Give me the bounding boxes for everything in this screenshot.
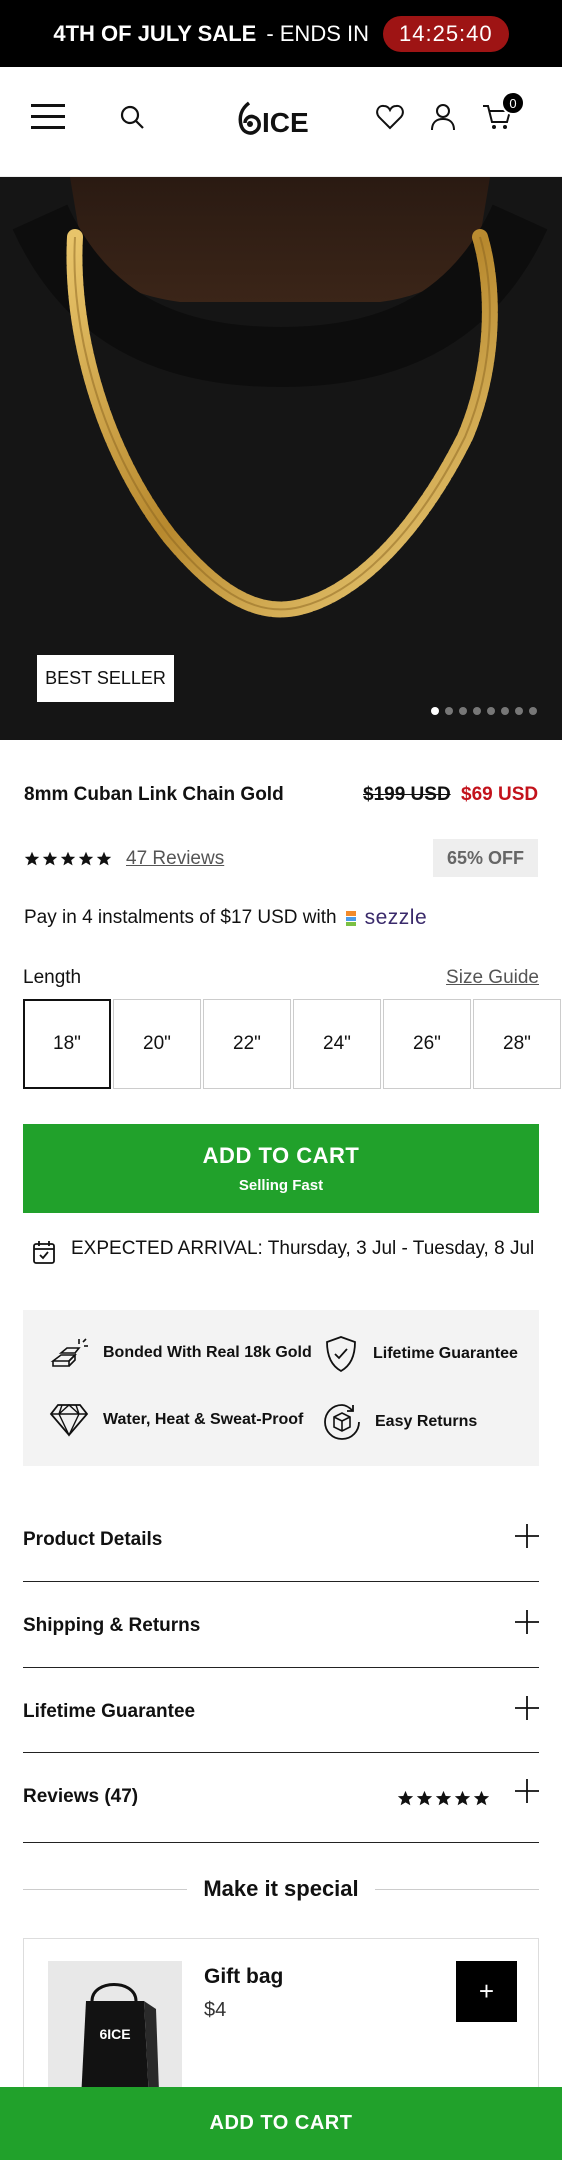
menu-icon[interactable] — [28, 97, 68, 137]
reviews-stars — [397, 1790, 490, 1807]
feature-item: Water, Heat & Sweat-Proof — [49, 1403, 303, 1437]
star-icon — [473, 1790, 490, 1806]
carousel-dot[interactable] — [445, 707, 453, 715]
feature-item: Easy Returns — [323, 1403, 477, 1441]
carousel-dot[interactable] — [487, 707, 495, 715]
carousel-dot[interactable] — [431, 707, 439, 715]
installments-info[interactable]: Pay in 4 instalments of $17 USD with sez… — [24, 906, 427, 930]
star-icon — [24, 851, 40, 866]
carousel-dot[interactable] — [501, 707, 509, 715]
length-option[interactable]: 28" — [473, 999, 561, 1089]
length-label: Length — [23, 967, 82, 988]
carousel-dot[interactable] — [459, 707, 467, 715]
sezzle-logo-icon — [345, 911, 356, 926]
upsell-heading: Make it special — [23, 1874, 539, 1904]
reviews-accordion-label: Reviews — [23, 1786, 100, 1807]
arrival-dates: Thursday, 3 Jul - Tuesday, 8 Jul — [267, 1238, 535, 1259]
add-gift-bag-button[interactable]: + — [456, 1961, 517, 2022]
diamond-icon — [49, 1404, 89, 1437]
length-option[interactable]: 18" — [23, 999, 111, 1089]
product-rating[interactable]: 47 Reviews — [24, 848, 224, 870]
sale-ends-text: - ENDS IN — [266, 20, 369, 46]
plus-icon[interactable] — [515, 1524, 539, 1548]
accordion-label: Shipping & Returns — [23, 1615, 201, 1636]
length-options: 18" 20" 22" 24" 26" 28" — [23, 999, 562, 1089]
wishlist-heart-icon[interactable] — [370, 97, 410, 137]
upsell-heading-text: Make it special — [203, 1876, 359, 1901]
original-price: $199 USD — [363, 784, 451, 805]
plus-icon[interactable] — [515, 1779, 539, 1803]
star-icon — [454, 1790, 471, 1806]
add-to-cart-button[interactable]: ADD TO CART Selling Fast — [23, 1124, 539, 1213]
length-option[interactable]: 26" — [383, 999, 471, 1089]
accordion-product-details[interactable]: Product Details — [23, 1512, 539, 1582]
star-icon — [96, 851, 112, 866]
svg-text:ICE: ICE — [262, 107, 309, 138]
accordion-shipping-returns[interactable]: Shipping & Returns — [23, 1582, 539, 1668]
countdown-timer: 14:25:40 — [383, 15, 509, 52]
plus-icon[interactable] — [515, 1696, 539, 1720]
product-features: Bonded With Real 18k Gold Lifetime Guara… — [23, 1310, 539, 1466]
add-to-cart-label: ADD TO CART — [202, 1143, 360, 1168]
star-icon — [60, 851, 76, 866]
reviews-link[interactable]: 47 Reviews — [126, 848, 224, 870]
length-option[interactable]: 22" — [203, 999, 291, 1089]
star-icon — [416, 1790, 433, 1806]
arrival-label: EXPECTED ARRIVAL: — [71, 1238, 263, 1259]
search-icon[interactable] — [112, 97, 152, 137]
accordion-label: Reviews (47) — [23, 1786, 138, 1808]
accordion-lifetime-guarantee[interactable]: Lifetime Guarantee — [23, 1668, 539, 1753]
cart-count-badge: 0 — [501, 91, 525, 115]
calendar-check-icon — [33, 1241, 55, 1264]
divider — [374, 1888, 539, 1890]
length-option[interactable]: 20" — [113, 999, 201, 1089]
accordion-label: Lifetime Guarantee — [23, 1701, 196, 1722]
size-guide-link[interactable]: Size Guide — [446, 967, 539, 989]
expected-arrival: EXPECTED ARRIVAL: Thursday, 3 Jul - Tues… — [33, 1237, 543, 1264]
carousel-dot[interactable] — [473, 707, 481, 715]
sticky-add-to-cart-button[interactable]: ADD TO CART — [0, 2087, 562, 2160]
length-option[interactable]: 24" — [293, 999, 381, 1089]
site-logo[interactable]: ICE — [235, 95, 327, 141]
accordion-label: Product Details — [23, 1529, 163, 1550]
star-icon — [397, 1790, 414, 1806]
sale-price: $69 USD — [461, 784, 539, 805]
gift-bag-logo: 6ICE — [99, 2026, 130, 2042]
feature-item: Lifetime Guarantee — [323, 1335, 518, 1373]
cart-icon[interactable]: 0 — [477, 91, 525, 137]
gold-bars-icon — [50, 1338, 88, 1367]
account-icon[interactable] — [423, 97, 463, 137]
reviews-count: (47) — [104, 1786, 139, 1807]
discount-badge: 65% OFF — [433, 839, 538, 877]
carousel-dot[interactable] — [529, 707, 537, 715]
sale-title: 4TH OF JULY SALE — [53, 20, 257, 46]
shield-check-icon — [326, 1336, 356, 1373]
best-seller-badge: BEST SELLER — [37, 655, 174, 702]
star-icon — [42, 851, 58, 866]
product-title: 8mm Cuban Link Chain Gold — [24, 784, 284, 805]
carousel-dot[interactable] — [515, 707, 523, 715]
installments-text: Pay in 4 instalments of $17 USD with — [24, 907, 337, 928]
site-header: ICE 0 — [0, 67, 562, 177]
announcement-bar: 4TH OF JULY SALE - ENDS IN 14:25:40 — [0, 0, 562, 67]
feature-label: Lifetime Guarantee — [373, 1345, 518, 1362]
accordion-reviews[interactable]: Reviews (47) — [23, 1753, 539, 1843]
gift-bag-name: Gift bag — [204, 1965, 284, 1988]
plus-icon[interactable] — [515, 1610, 539, 1634]
gift-bag-price: $4 — [204, 1999, 227, 2021]
star-icon — [435, 1790, 452, 1806]
return-box-icon — [324, 1404, 360, 1440]
feature-label: Water, Heat & Sweat-Proof — [103, 1411, 304, 1428]
star-icon — [78, 851, 94, 866]
feature-item: Bonded With Real 18k Gold — [49, 1335, 312, 1371]
arrival-text: EXPECTED ARRIVAL: Thursday, 3 Jul - Tues… — [71, 1237, 534, 1264]
sezzle-label: sezzle — [364, 906, 428, 929]
carousel-dots[interactable] — [431, 707, 537, 715]
selling-fast-label: Selling Fast — [238, 1177, 324, 1194]
divider — [23, 1888, 188, 1890]
product-image-carousel[interactable]: BEST SELLER — [0, 177, 562, 740]
feature-label: Bonded With Real 18k Gold — [103, 1344, 312, 1361]
feature-label: Easy Returns — [375, 1413, 478, 1430]
